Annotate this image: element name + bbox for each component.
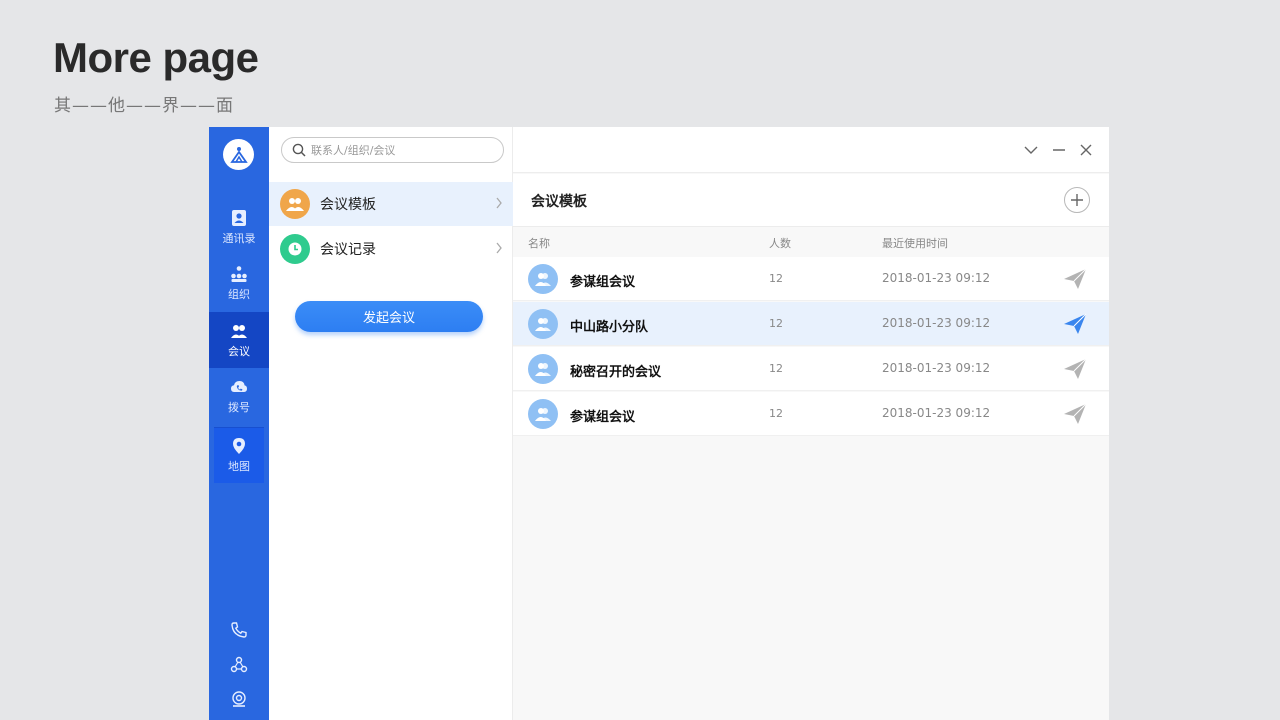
nav-item-organization[interactable]: 组织 <box>209 255 269 311</box>
nav-label: 拨号 <box>228 400 250 414</box>
row-name: 参谋组会议 <box>570 410 636 425</box>
send-icon[interactable] <box>1063 268 1087 290</box>
table-header: 名称 人数 最近使用时间 <box>513 228 1109 256</box>
column-header-count[interactable]: 人数 <box>769 235 791 251</box>
dropdown-button[interactable] <box>1023 142 1039 158</box>
menu-item-label: 会议模板 <box>320 197 376 213</box>
add-template-button[interactable] <box>1064 187 1090 213</box>
group-avatar <box>528 264 558 294</box>
organization-icon <box>231 265 247 282</box>
dial-icon <box>231 380 247 392</box>
nav-label: 地图 <box>228 460 250 473</box>
nav-item-dial[interactable]: 拨号 <box>209 368 269 424</box>
group-icon <box>535 363 551 376</box>
menu-item-label: 会议记录 <box>320 242 376 258</box>
row-count: 12 <box>769 317 783 330</box>
close-button[interactable] <box>1078 142 1094 158</box>
row-time: 2018-01-23 09:12 <box>882 406 991 420</box>
chevron-down-icon <box>1024 146 1038 154</box>
column-header-time[interactable]: 最近使用时间 <box>882 235 948 251</box>
column-header-name[interactable]: 名称 <box>528 235 550 251</box>
nav-phone-button[interactable] <box>209 618 269 642</box>
nav-label: 通讯录 <box>222 231 256 245</box>
menu-item-meeting-records[interactable]: 会议记录 <box>269 227 513 271</box>
plus-icon <box>1071 194 1083 206</box>
page-subtitle: 其——他——界——面 <box>54 96 234 116</box>
nav-camera-button[interactable] <box>209 687 269 711</box>
sidebar-nav: 通讯录 组织 会议 拨号 地图 <box>209 127 269 720</box>
table-row[interactable]: 参谋组会议 12 2018-01-23 09:12 <box>513 257 1109 301</box>
window-titlebar <box>513 127 1109 173</box>
row-name: 中山路小分队 <box>570 320 649 335</box>
meeting-menu-panel: 会议模板 会议记录 发起会议 <box>269 127 513 720</box>
start-meeting-button[interactable]: 发起会议 <box>295 301 483 332</box>
close-icon <box>1080 144 1092 156</box>
nav-item-meeting[interactable]: 会议 <box>209 312 269 368</box>
row-name: 秘密召开的会议 <box>570 365 662 380</box>
group-icon <box>535 273 551 286</box>
group-icon <box>535 318 551 331</box>
section-title: 会议模板 <box>531 194 587 210</box>
meeting-template-panel: 会议模板 名称 人数 最近使用时间 参谋组会议 12 2018-01-23 09… <box>513 127 1109 720</box>
share-nodes-icon <box>230 656 248 673</box>
section-header: 会议模板 <box>513 174 1109 227</box>
send-icon[interactable] <box>1063 313 1087 335</box>
contacts-icon <box>232 209 246 226</box>
search-icon <box>292 143 306 157</box>
group-avatar <box>528 399 558 429</box>
camera-icon <box>232 691 246 707</box>
row-count: 12 <box>769 362 783 375</box>
row-count: 12 <box>769 272 783 285</box>
row-time: 2018-01-23 09:12 <box>882 316 991 330</box>
minimize-icon <box>1053 149 1065 151</box>
logo-icon <box>229 146 248 163</box>
nav-label: 会议 <box>228 344 250 358</box>
table-row[interactable]: 秘密召开的会议 12 2018-01-23 09:12 <box>513 347 1109 391</box>
group-avatar <box>528 309 558 339</box>
send-icon[interactable] <box>1063 403 1087 425</box>
menu-item-meeting-templates[interactable]: 会议模板 <box>269 182 513 226</box>
chevron-right-icon <box>496 197 502 209</box>
chevron-right-icon <box>496 242 502 254</box>
minimize-button[interactable] <box>1051 142 1067 158</box>
page-title: More page <box>53 34 259 81</box>
nav-label: 组织 <box>228 287 250 301</box>
clock-icon <box>280 234 310 264</box>
row-count: 12 <box>769 407 783 420</box>
group-avatar <box>528 354 558 384</box>
search-input[interactable] <box>311 143 491 157</box>
nav-share-button[interactable] <box>209 653 269 677</box>
table-row[interactable]: 参谋组会议 12 2018-01-23 09:12 <box>513 392 1109 436</box>
group-icon <box>280 189 310 219</box>
row-name: 参谋组会议 <box>570 275 636 290</box>
row-time: 2018-01-23 09:12 <box>882 271 991 285</box>
app-window: 通讯录 组织 会议 拨号 地图 联系人/组织/会议 会议模板 会议记录 发起会议… <box>209 127 1109 720</box>
table-row[interactable]: 中山路小分队 12 2018-01-23 09:12 <box>513 302 1109 346</box>
search-box[interactable] <box>281 137 504 163</box>
phone-icon <box>231 622 247 638</box>
nav-item-map[interactable]: 地图 <box>214 427 264 483</box>
send-icon[interactable] <box>1063 358 1087 380</box>
group-icon <box>535 408 551 421</box>
app-logo[interactable] <box>223 139 254 170</box>
row-time: 2018-01-23 09:12 <box>882 361 991 375</box>
nav-item-contacts[interactable]: 通讯录 <box>209 199 269 255</box>
map-pin-icon <box>233 438 245 454</box>
meeting-icon <box>231 324 247 338</box>
